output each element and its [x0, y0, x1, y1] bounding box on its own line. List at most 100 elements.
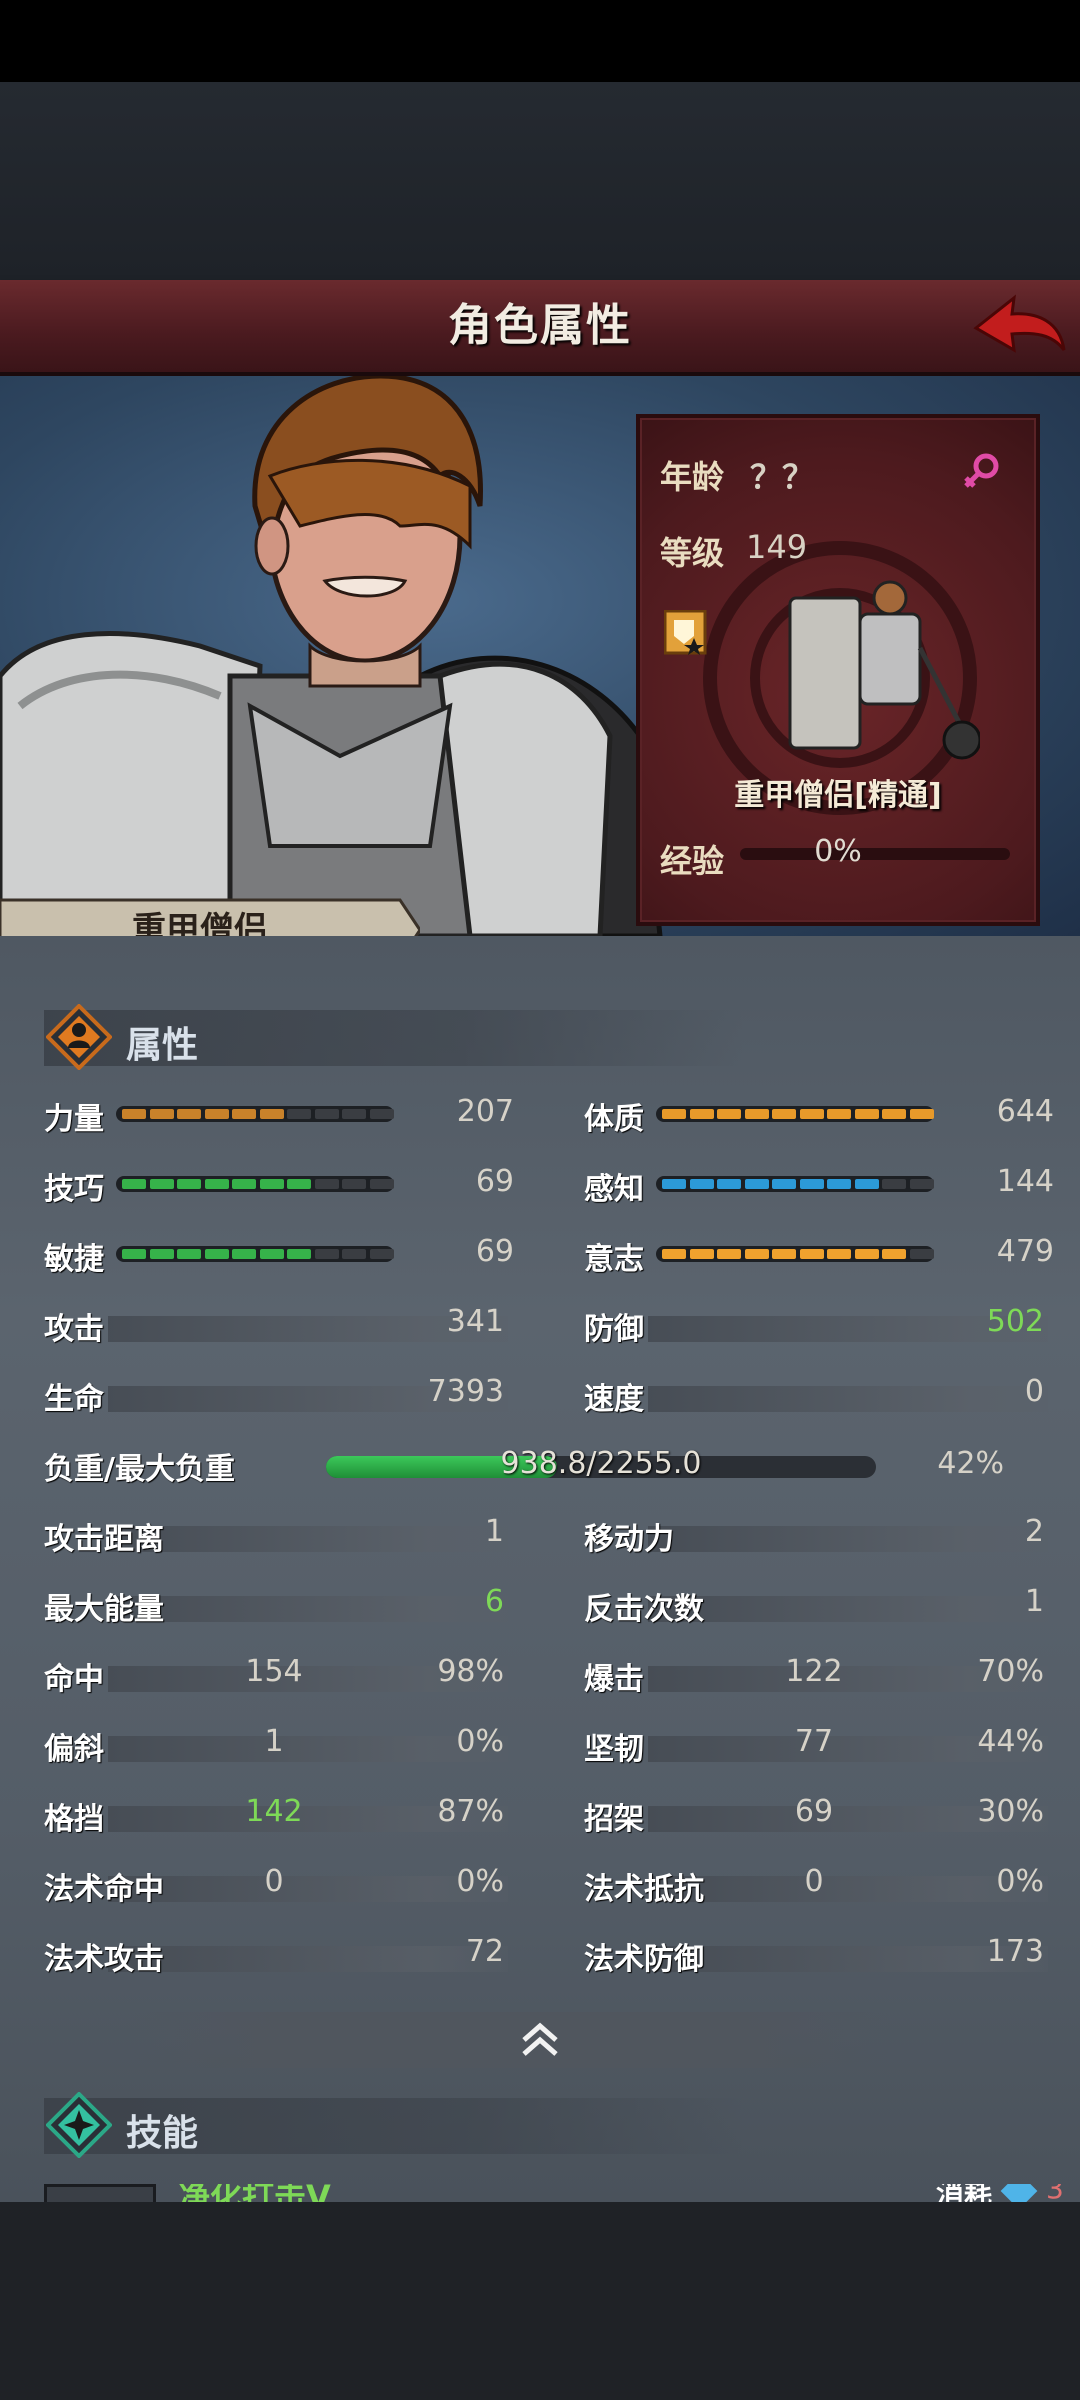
stat-bar-segment — [854, 1179, 879, 1189]
skill-cost-label: 消耗 — [936, 2184, 993, 2202]
rank-badge-icon[interactable] — [664, 610, 708, 656]
stat-label: 技巧 — [44, 1172, 104, 1207]
stat-bar-segment — [342, 1249, 366, 1259]
age-value: ？？ — [750, 458, 815, 496]
stat-bar-segment — [232, 1179, 256, 1189]
stat-value: 1 — [484, 1514, 504, 1549]
stat-bar-segment — [799, 1109, 824, 1119]
stat-bar-segment — [149, 1179, 174, 1189]
stat-bar-segment — [122, 1179, 146, 1189]
stat-percent: 98% — [437, 1654, 504, 1689]
collapse-bar[interactable] — [130, 2012, 890, 2068]
stat-percent: 0% — [456, 1864, 504, 1899]
stat-bar-segment — [369, 1249, 394, 1259]
stat-value: 0 — [804, 1864, 824, 1899]
stat-value: 207 — [456, 1094, 514, 1129]
stat-value: 154 — [245, 1654, 303, 1689]
character-info-card: 年龄 ？？ 等级 149 重甲僧侣[精通] 经验 0% — [636, 414, 1040, 926]
stat-label: 爆击 — [584, 1662, 644, 1697]
stat-bar-segment — [149, 1249, 174, 1259]
stat-value: 1 — [264, 1724, 284, 1759]
stat-value: 0 — [264, 1864, 284, 1899]
stat-bar-segment — [854, 1109, 879, 1119]
stat-label: 速度 — [584, 1382, 644, 1417]
stat-bar-segment — [799, 1179, 824, 1189]
stat-label: 反击次数 — [584, 1592, 704, 1627]
stat-bar-segment — [149, 1109, 174, 1119]
tower-shield-sprite — [788, 596, 862, 750]
stat-value: 144 — [996, 1164, 1054, 1199]
stat-label: 意志 — [584, 1242, 644, 1277]
stat-bar-segment — [204, 1109, 229, 1119]
level-value: 149 — [746, 528, 808, 566]
stat-bar-segment — [314, 1179, 339, 1189]
stat-label: 防御 — [584, 1312, 644, 1347]
stat-bar-segment — [662, 1249, 686, 1259]
stat-bar — [116, 1246, 394, 1262]
stat-bar-segment — [232, 1109, 256, 1119]
skill-name: 净化打击V — [178, 2184, 331, 2202]
stat-bar-segment — [342, 1109, 366, 1119]
stat-bar-segment — [287, 1179, 311, 1189]
double-chevron-up-icon[interactable] — [516, 2016, 564, 2064]
stat-bar-segment — [662, 1179, 686, 1189]
stat-bar-segment — [882, 1249, 906, 1259]
stat-percent: 70% — [977, 1654, 1044, 1689]
stat-bar-segment — [259, 1179, 284, 1189]
stat-bar-segment — [744, 1109, 769, 1119]
stat-label: 法术抵抗 — [584, 1872, 704, 1907]
skill-row[interactable]: 净化打击V 消耗 3 — [0, 2184, 1080, 2202]
stat-bar-segment — [827, 1179, 851, 1189]
skills-icon — [46, 2092, 112, 2158]
stat-value: 7393 — [427, 1374, 504, 1409]
stat-value: 142 — [245, 1794, 303, 1829]
stat-bar-segment — [662, 1109, 686, 1119]
stat-value: 77 — [794, 1724, 834, 1759]
stat-value: 72 — [465, 1934, 504, 1969]
stat-bar-segment — [287, 1109, 311, 1119]
attributes-section-title: 属性 — [126, 1025, 199, 1066]
stat-bar-segment — [204, 1179, 229, 1189]
stat-value: 1 — [1024, 1584, 1044, 1619]
stat-bar-segment — [744, 1249, 769, 1259]
bottom-background — [0, 2202, 1080, 2400]
stat-bar-segment — [882, 1109, 906, 1119]
stat-bar-segment — [342, 1179, 366, 1189]
stat-value: 479 — [996, 1234, 1054, 1269]
stat-bar-segment — [259, 1249, 284, 1259]
stat-bar-segment — [854, 1249, 879, 1259]
stat-bar-segment — [122, 1109, 146, 1119]
stat-value: 341 — [446, 1304, 504, 1339]
stat-bar-segment — [772, 1249, 796, 1259]
back-arrow-icon[interactable] — [968, 288, 1068, 364]
energy-diamond-icon — [1000, 2184, 1038, 2202]
stat-value: 644 — [996, 1094, 1054, 1129]
stat-label: 敏捷 — [44, 1242, 104, 1277]
stat-label: 招架 — [584, 1802, 644, 1837]
stat-bar-segment — [314, 1109, 339, 1119]
stat-percent: 44% — [977, 1724, 1044, 1759]
status-bar-area — [0, 0, 1080, 82]
stat-label: 坚韧 — [584, 1732, 644, 1767]
stat-value: 69 — [475, 1164, 514, 1199]
attributes-icon — [46, 1004, 112, 1070]
stat-value: 6 — [484, 1584, 504, 1619]
stat-label: 力量 — [44, 1102, 104, 1137]
stat-bar-segment — [772, 1179, 796, 1189]
stat-label: 生命 — [44, 1382, 104, 1417]
stat-bar-segment — [909, 1109, 934, 1119]
stat-value: 2 — [1024, 1514, 1044, 1549]
stat-bar-segment — [799, 1249, 824, 1259]
top-background — [0, 82, 1080, 282]
stat-bar-segment — [772, 1109, 796, 1119]
stat-label: 感知 — [584, 1172, 644, 1207]
stat-value: 69 — [794, 1794, 834, 1829]
skill-cost-value: 3 — [1046, 2184, 1064, 2202]
stat-label: 格挡 — [44, 1802, 104, 1837]
stat-bar-segment — [689, 1179, 714, 1189]
stat-bar-segment — [744, 1179, 769, 1189]
stat-bar-segment — [369, 1109, 394, 1119]
stat-label: 体质 — [584, 1102, 644, 1137]
stat-bar-segment — [369, 1179, 394, 1189]
stat-percent: 0% — [456, 1724, 504, 1759]
